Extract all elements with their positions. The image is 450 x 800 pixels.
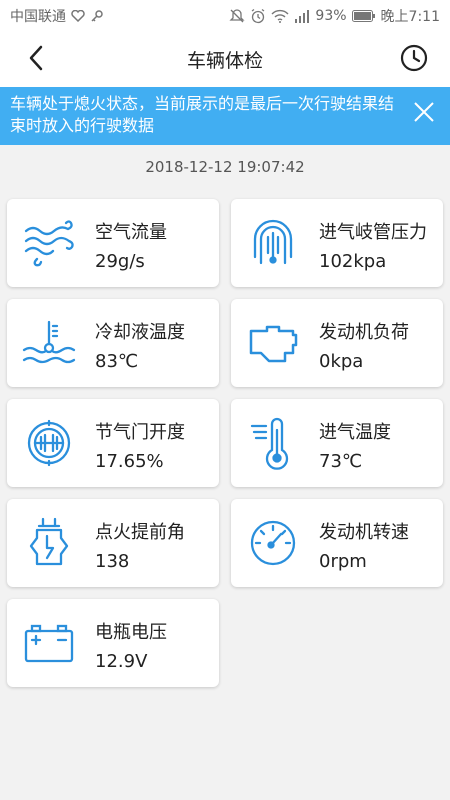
metric-value: 0rpm [319, 551, 367, 572]
battery-status-icon [351, 10, 376, 22]
metric-value: 83℃ [95, 351, 139, 372]
metric-label: 冷却液温度 [95, 322, 185, 343]
metric-card-air-flow[interactable]: 空气流量 29g/s [7, 199, 219, 287]
metric-value: 138 [95, 551, 130, 572]
metric-value: 29g/s [95, 251, 145, 272]
metric-value: 102kpa [319, 251, 387, 272]
metric-card-throttle[interactable]: 节气门开度 17.65% [7, 399, 219, 487]
engine-load-icon [245, 315, 301, 371]
metric-value: 0kpa [319, 351, 364, 372]
metric-card-ignition-advance[interactable]: 点火提前角 138 [7, 499, 219, 587]
throttle-icon [21, 415, 77, 471]
notice-close-button[interactable] [410, 101, 438, 129]
metric-label: 进气温度 [319, 422, 391, 443]
heart-icon [71, 10, 85, 22]
engine-speed-gauge-icon [245, 515, 301, 571]
app-header: 车辆体检 [0, 32, 450, 87]
intake-manifold-pressure-icon [245, 215, 301, 271]
key-icon [90, 9, 104, 23]
close-icon [413, 101, 435, 129]
wifi-icon [271, 9, 289, 23]
status-right: 93% 晚上7:11 [229, 6, 440, 26]
page-title: 车辆体检 [186, 50, 263, 72]
carrier-label: 中国联通 [10, 9, 66, 25]
metric-value: 73℃ [319, 451, 363, 472]
notice-text: 车辆处于熄火状态，当前展示的是最后一次行驶结果结束时放入的行驶数据 [10, 94, 395, 135]
metric-card-intake-manifold-pressure[interactable]: 进气岐管压力 102kpa [231, 199, 443, 287]
metric-label: 电瓶电压 [95, 622, 167, 643]
mute-icon [229, 8, 245, 24]
coolant-temperature-icon [21, 315, 77, 371]
chevron-left-icon [28, 45, 44, 75]
metric-card-intake-temperature[interactable]: 进气温度 73℃ [231, 399, 443, 487]
metric-label: 进气岐管压力 [319, 222, 427, 243]
back-button[interactable] [18, 42, 54, 78]
clock-time: 晚上7:11 [380, 9, 440, 25]
data-timestamp: 2018-12-12 19:07:42 [145, 158, 305, 176]
metric-card-coolant-temperature[interactable]: 冷却液温度 83℃ [7, 299, 219, 387]
metric-card-engine-load[interactable]: 发动机负荷 0kpa [231, 299, 443, 387]
status-bar: 中国联通 93% 晚上7:11 [0, 0, 450, 32]
status-left: 中国联通 [10, 6, 104, 26]
metric-value: 17.65% [95, 451, 164, 472]
alarm-icon [250, 8, 266, 24]
metric-value: 12.9V [95, 651, 148, 672]
metric-card-battery-voltage[interactable]: 电瓶电压 12.9V [7, 599, 219, 687]
history-button[interactable] [396, 42, 432, 78]
signal-icon [294, 9, 310, 23]
intake-temperature-icon [245, 415, 301, 471]
metric-label: 节气门开度 [95, 422, 185, 443]
metric-label: 点火提前角 [95, 522, 185, 543]
air-flow-icon [21, 215, 77, 271]
battery-icon [21, 615, 77, 671]
metric-label: 空气流量 [95, 222, 167, 243]
notice-banner: 车辆处于熄火状态，当前展示的是最后一次行驶结果结束时放入的行驶数据 [0, 87, 450, 145]
clock-icon [400, 44, 428, 76]
metric-label: 发动机转速 [319, 522, 409, 543]
metric-label: 发动机负荷 [319, 322, 409, 343]
battery-percent: 93% [315, 8, 347, 24]
metric-card-engine-speed[interactable]: 发动机转速 0rpm [231, 499, 443, 587]
ignition-advance-icon [21, 515, 77, 571]
